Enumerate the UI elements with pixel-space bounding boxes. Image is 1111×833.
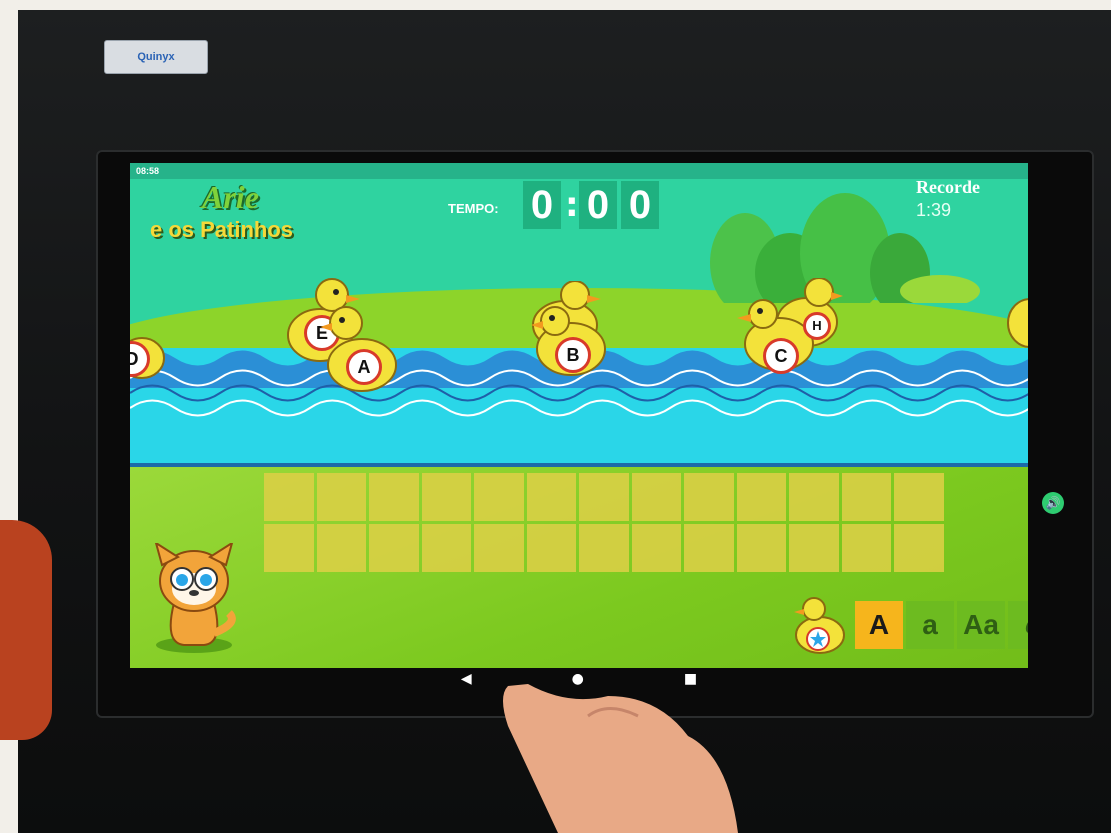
cat-mascot-icon [154,543,236,653]
mixedcase-button[interactable]: Aa [957,601,1005,649]
answer-slot[interactable] [369,524,419,572]
answer-slot[interactable] [421,473,472,521]
answer-slot[interactable] [421,524,472,572]
left-figure [0,520,52,740]
answer-slot[interactable] [526,473,577,521]
record-label: Recorde [916,177,980,197]
answer-slot[interactable] [579,524,629,572]
back-button[interactable]: ◀ [461,671,472,687]
game-logo: Arie e os Patinhos [150,177,310,247]
duck-letter: H [803,312,831,340]
answer-slot[interactable] [579,473,629,521]
timer-colon: : [565,185,579,225]
answer-slot[interactable] [736,473,787,521]
timer-label: TEMPO: [448,201,499,216]
answer-slot[interactable] [841,524,892,572]
duck-star-icon[interactable] [792,595,852,655]
duck[interactable]: C H [735,277,845,382]
record-value: 1:39 [916,200,952,220]
answer-slot[interactable] [841,473,892,521]
cursive-button[interactable]: a [1008,601,1028,649]
answer-slot[interactable] [684,524,734,572]
answer-slot[interactable] [264,524,314,572]
logo-subtitle: e os Patinhos [150,217,294,242]
duck-letter: C [763,338,799,374]
duck[interactable]: B [525,280,615,385]
answer-slot[interactable] [316,524,367,572]
logo-title: Arie [202,179,259,215]
duck[interactable]: A [320,303,404,399]
answer-slot[interactable] [474,524,524,572]
answer-slots [264,473,944,572]
uppercase-button[interactable]: A [855,601,903,649]
answer-slot[interactable] [474,473,524,521]
answer-slot[interactable] [526,524,577,572]
answer-slot[interactable] [684,473,734,521]
timer-minute-digit: 0 [523,181,561,229]
lowercase-button[interactable]: a [906,601,954,649]
answer-slot[interactable] [631,524,682,572]
brand-sticker: Quinyx [104,40,208,74]
answer-slot[interactable] [264,473,314,521]
speaker-icon: 🔊 [1045,496,1061,510]
letter-case-selector: A a Aa a [792,595,1028,655]
timer-second-tens: 0 [579,181,617,229]
sound-toggle-button[interactable]: 🔊 [1042,492,1064,514]
duck-letter: B [555,337,591,373]
answer-slot[interactable] [789,473,839,521]
pointing-hand [503,684,738,833]
brand-sticker-label: Quinyx [137,51,175,63]
duck[interactable] [1002,293,1028,357]
game-screen: 08:58 Arie e os Patinhos TEMPO: 0 : 0 0 … [130,163,1028,668]
status-time: 08:58 [136,166,160,176]
answer-slot[interactable] [894,473,944,521]
answer-slot[interactable] [736,524,787,572]
answer-slot[interactable] [894,524,944,572]
answer-slot[interactable] [369,473,419,521]
answer-slot[interactable] [316,473,367,521]
timer-second-ones: 0 [621,181,659,229]
timer-display: 0 : 0 0 [523,181,659,229]
answer-slot[interactable] [789,524,839,572]
answer-slot[interactable] [631,473,682,521]
duck[interactable]: D [130,313,170,387]
duck-letter: A [346,349,382,385]
duck-icon [1007,298,1028,348]
